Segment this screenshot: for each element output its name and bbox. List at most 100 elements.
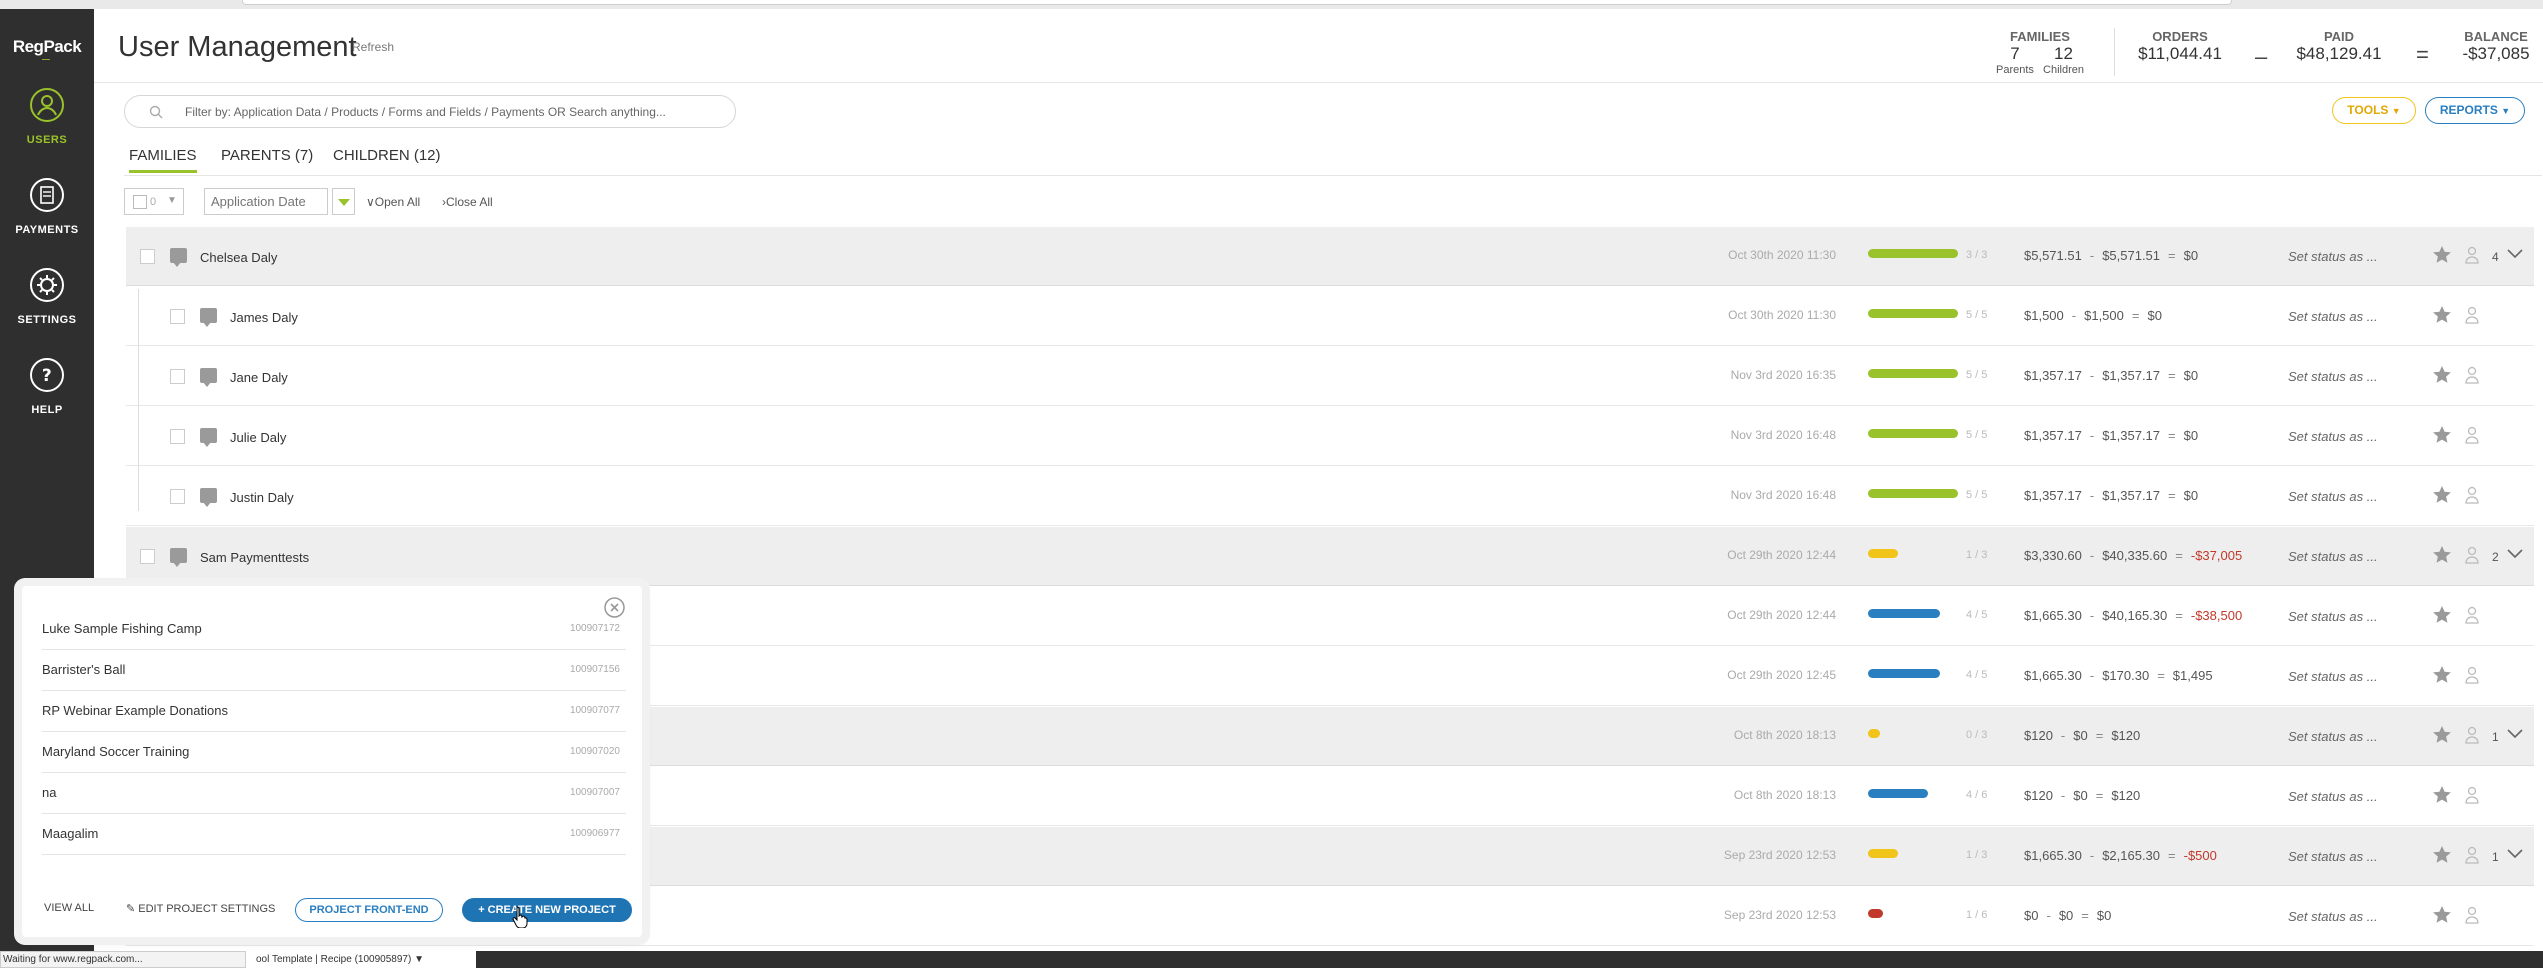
project-list-item[interactable]: RP Webinar Example Donations 100907077: [42, 691, 626, 732]
chevron-down-icon[interactable]: [2506, 547, 2524, 559]
row-paid: $5,571.51: [2102, 248, 2161, 263]
project-list-item[interactable]: Maryland Soccer Training 100907020: [42, 732, 626, 773]
member-row[interactable]: Justin Daly Nov 3rd 2020 16:48 5 / 5 $1,357…: [126, 467, 2534, 526]
app-logo[interactable]: RegPack ―: [0, 37, 94, 64]
sidebar-item-users[interactable]: USERS: [0, 87, 94, 146]
select-all-checkbox[interactable]: [133, 195, 147, 209]
row-checkbox[interactable]: [170, 429, 185, 444]
set-status-link[interactable]: Set status as ...: [2288, 909, 2378, 924]
project-list-item[interactable]: Maagalim 100906977: [42, 814, 626, 855]
star-icon[interactable]: [2432, 245, 2452, 265]
assign-user-icon[interactable]: [2464, 245, 2480, 265]
progress-bar: [1868, 729, 1880, 738]
project-id: 100907156: [569, 664, 620, 675]
row-name[interactable]: Justin Daly: [230, 490, 294, 505]
close-all-button[interactable]: ›Close All: [442, 195, 493, 209]
set-status-link[interactable]: Set status as ...: [2288, 489, 2378, 504]
assign-user-icon[interactable]: [2464, 605, 2480, 625]
view-all-link[interactable]: VIEW ALL: [44, 902, 94, 914]
row-balance-summary: $1,665.30- $40,165.30 = -$38,500: [2024, 608, 2242, 623]
star-icon[interactable]: [2432, 365, 2452, 385]
member-row[interactable]: Julie Daly Nov 3rd 2020 16:48 5 / 5 $1,357.…: [126, 407, 2534, 466]
row-name[interactable]: Sam Paymenttests: [200, 550, 309, 565]
row-name[interactable]: Julie Daly: [230, 430, 286, 445]
row-name[interactable]: James Daly: [230, 310, 298, 325]
sort-dropdown-button[interactable]: [332, 188, 355, 215]
chevron-down-icon[interactable]: [2506, 847, 2524, 859]
assign-user-icon[interactable]: [2464, 665, 2480, 685]
star-icon[interactable]: [2432, 305, 2452, 325]
star-icon[interactable]: [2432, 545, 2452, 565]
search-input[interactable]: [185, 102, 725, 122]
row-checkbox[interactable]: [140, 249, 155, 264]
set-status-link[interactable]: Set status as ...: [2288, 669, 2378, 684]
project-list-item[interactable]: na 100907007: [42, 773, 626, 814]
assign-user-icon[interactable]: [2464, 365, 2480, 385]
set-status-link[interactable]: Set status as ...: [2288, 309, 2378, 324]
chevron-down-icon[interactable]: [2506, 727, 2524, 739]
assign-user-icon[interactable]: [2464, 485, 2480, 505]
set-status-link[interactable]: Set status as ...: [2288, 609, 2378, 624]
sort-field[interactable]: [204, 188, 328, 215]
set-status-link[interactable]: Set status as ...: [2288, 849, 2378, 864]
create-new-project-button[interactable]: + CREATE NEW PROJECT: [462, 898, 632, 922]
browser-url-bar[interactable]: [242, 0, 2232, 5]
set-status-link[interactable]: Set status as ...: [2288, 729, 2378, 744]
reports-button[interactable]: REPORTS ▼: [2425, 97, 2525, 124]
row-name[interactable]: Jane Daly: [230, 370, 288, 385]
row-checkbox[interactable]: [170, 489, 185, 504]
star-icon[interactable]: [2432, 425, 2452, 445]
set-status-link[interactable]: Set status as ...: [2288, 429, 2378, 444]
comment-icon[interactable]: [200, 428, 217, 447]
set-status-link[interactable]: Set status as ...: [2288, 549, 2378, 564]
row-checkbox[interactable]: [170, 309, 185, 324]
sort-input[interactable]: [205, 189, 323, 214]
star-icon[interactable]: [2432, 785, 2452, 805]
sidebar-item-payments[interactable]: PAYMENTS: [0, 177, 94, 236]
comment-icon[interactable]: [170, 248, 187, 267]
project-list-item[interactable]: Luke Sample Fishing Camp 100907172: [42, 609, 626, 650]
assign-user-icon[interactable]: [2464, 425, 2480, 445]
assign-user-icon[interactable]: [2464, 545, 2480, 565]
refresh-link[interactable]: Refresh: [352, 40, 394, 54]
sidebar-item-settings[interactable]: SETTINGS: [0, 267, 94, 326]
star-icon[interactable]: [2432, 845, 2452, 865]
comment-icon[interactable]: [200, 488, 217, 507]
chevron-down-icon[interactable]: [2506, 247, 2524, 259]
family-row[interactable]: Sam Paymenttests Oct 29th 2020 12:44 1 / 3…: [126, 527, 2534, 586]
star-icon[interactable]: [2432, 905, 2452, 925]
assign-user-icon[interactable]: [2464, 845, 2480, 865]
tools-button[interactable]: TOOLS ▼: [2332, 97, 2416, 124]
row-checkbox[interactable]: [170, 369, 185, 384]
edit-project-settings-link[interactable]: ✎ EDIT PROJECT SETTINGS: [126, 902, 275, 915]
project-list-item[interactable]: Barrister's Ball 100907156: [42, 650, 626, 691]
assign-user-icon[interactable]: [2464, 305, 2480, 325]
bulk-select[interactable]: 0 ▼: [124, 188, 184, 215]
star-icon[interactable]: [2432, 725, 2452, 745]
set-status-link[interactable]: Set status as ...: [2288, 369, 2378, 384]
star-icon[interactable]: [2432, 665, 2452, 685]
sidebar-item-help[interactable]: ? HELP: [0, 357, 94, 416]
search-box[interactable]: [124, 95, 736, 128]
project-selector[interactable]: ool Template | Recipe (100905897) ▼: [246, 951, 476, 968]
assign-user-icon[interactable]: [2464, 725, 2480, 745]
set-status-link[interactable]: Set status as ...: [2288, 249, 2378, 264]
comment-icon[interactable]: [200, 368, 217, 387]
row-checkbox[interactable]: [140, 549, 155, 564]
tab-families[interactable]: FAMILIES: [129, 147, 197, 173]
set-status-link[interactable]: Set status as ...: [2288, 789, 2378, 804]
assign-user-icon[interactable]: [2464, 905, 2480, 925]
member-row[interactable]: James Daly Oct 30th 2020 11:30 5 / 5 $1,500…: [126, 287, 2534, 346]
comment-icon[interactable]: [170, 548, 187, 567]
member-row[interactable]: Jane Daly Nov 3rd 2020 16:35 5 / 5 $1,357.1…: [126, 347, 2534, 406]
star-icon[interactable]: [2432, 605, 2452, 625]
family-row[interactable]: Chelsea Daly Oct 30th 2020 11:30 3 / 3 $5,5…: [126, 227, 2534, 286]
comment-icon[interactable]: [200, 308, 217, 327]
tab-children[interactable]: CHILDREN (12): [333, 147, 441, 164]
tab-parents[interactable]: PARENTS (7): [221, 147, 313, 164]
project-front-end-button[interactable]: PROJECT FRONT-END: [295, 898, 443, 922]
open-all-button[interactable]: ∨Open All: [366, 195, 420, 209]
row-name[interactable]: Chelsea Daly: [200, 250, 277, 265]
assign-user-icon[interactable]: [2464, 785, 2480, 805]
star-icon[interactable]: [2432, 485, 2452, 505]
